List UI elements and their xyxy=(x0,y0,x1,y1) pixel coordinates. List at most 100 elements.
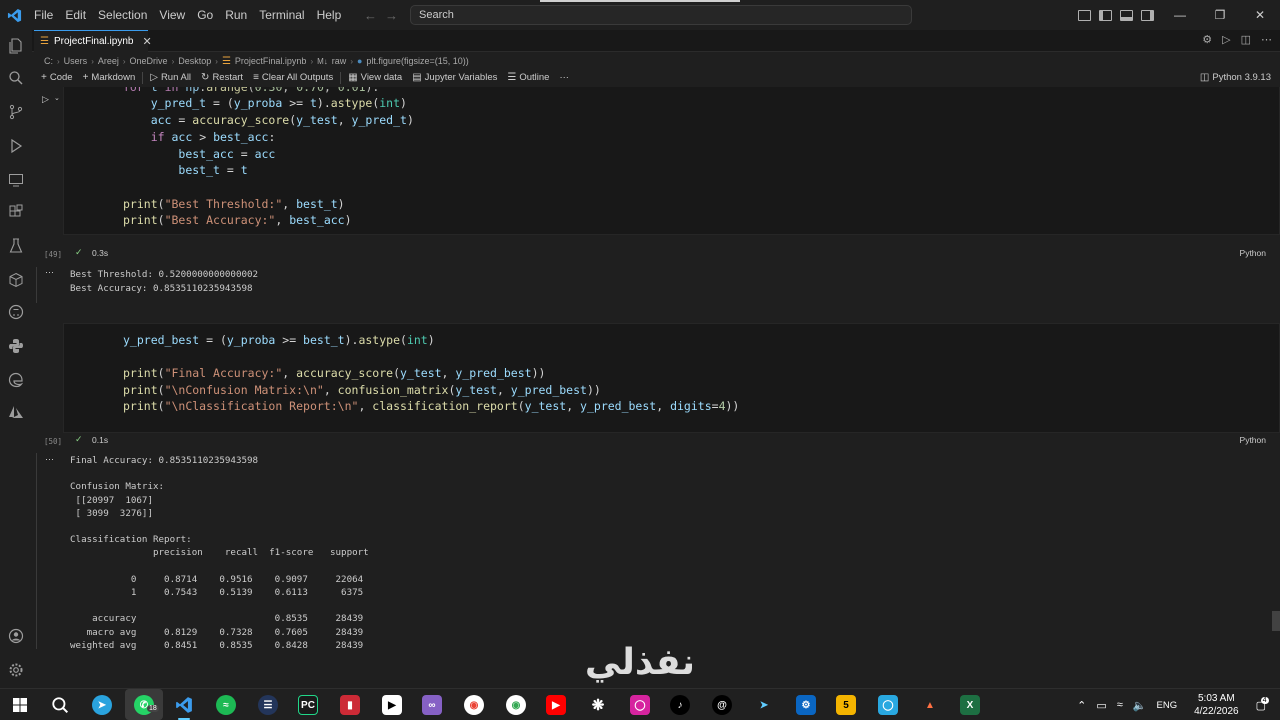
breadcrumb-file[interactable]: ProjectFinal.ipynb xyxy=(235,56,307,66)
menu-edit[interactable]: Edit xyxy=(59,0,92,30)
customize-layout-icon[interactable] xyxy=(1078,9,1091,21)
breadcrumb-user[interactable]: Areej xyxy=(98,56,119,66)
spotify-icon[interactable]: ≈ xyxy=(216,695,236,715)
forward-arrow-icon[interactable]: → xyxy=(385,8,398,23)
telegram-icon[interactable]: ➤ xyxy=(92,695,112,715)
breadcrumb-drive[interactable]: C: xyxy=(44,56,53,66)
settings-gear-icon[interactable] xyxy=(6,660,26,680)
threads-icon[interactable]: @ xyxy=(712,695,732,715)
menu-help[interactable]: Help xyxy=(311,0,348,30)
menu-run[interactable]: Run xyxy=(219,0,253,30)
volume-icon[interactable]: 🔈 xyxy=(1128,699,1152,712)
toggle-secondary-sidebar-icon[interactable] xyxy=(1141,9,1154,21)
edge-browser-icon[interactable] xyxy=(6,370,26,390)
tiktok-icon[interactable]: ♪ xyxy=(670,695,690,715)
language-indicator[interactable]: ENG xyxy=(1152,700,1183,711)
chevron-right-icon: › xyxy=(215,56,218,66)
github-icon[interactable] xyxy=(6,302,26,322)
clear-all-outputs-button[interactable]: ≡ Clear All Outputs xyxy=(248,72,338,83)
restore-icon[interactable]: ❐ xyxy=(1200,0,1240,30)
app-icon[interactable]: ▮ xyxy=(340,695,360,715)
close-icon[interactable]: ✕ xyxy=(142,35,151,48)
add-markdown-label: Markdown xyxy=(91,72,136,83)
python-icon[interactable] xyxy=(6,336,26,356)
code-cell-49[interactable]: for t in np.arange(0.30, 0.70, 0.01): y_… xyxy=(63,87,1280,235)
app-shape-icon[interactable]: ▲ xyxy=(920,695,940,715)
jupyter-variables-button[interactable]: ▤ Jupyter Variables xyxy=(407,72,502,83)
excel-icon[interactable]: X xyxy=(960,695,980,715)
visual-studio-icon[interactable]: ∞ xyxy=(422,695,442,715)
app-circle-icon[interactable]: ◯ xyxy=(878,695,898,715)
source-control-icon[interactable] xyxy=(6,102,26,122)
run-cell-icon[interactable]: ▷ xyxy=(42,94,49,105)
run-icon[interactable]: ▷ xyxy=(1222,33,1230,46)
app-tool-icon[interactable]: ⚙ xyxy=(796,695,816,715)
back-arrow-icon[interactable]: ← xyxy=(364,8,377,23)
search-icon[interactable] xyxy=(6,68,26,88)
notification-icon[interactable]: ▢ 4 xyxy=(1251,696,1280,712)
menu-go[interactable]: Go xyxy=(191,0,219,30)
menu-view[interactable]: View xyxy=(153,0,191,30)
outline-button[interactable]: ☰ Outline xyxy=(502,72,554,83)
toggle-panel-icon[interactable] xyxy=(1120,9,1133,21)
pycharm-icon[interactable]: PC xyxy=(298,695,318,715)
cell-language[interactable]: Python xyxy=(1240,248,1266,258)
chrome-icon[interactable]: ◉ xyxy=(464,695,484,715)
add-markdown-cell-button[interactable]: + Markdown xyxy=(78,72,141,83)
breadcrumb-desktop[interactable]: Desktop xyxy=(178,56,211,66)
battery-icon[interactable]: ▭ xyxy=(1091,699,1111,712)
command-center-search[interactable]: Search xyxy=(410,5,912,25)
run-and-debug-icon[interactable] xyxy=(6,136,26,156)
menu-terminal[interactable]: Terminal xyxy=(253,0,310,30)
output-actions-icon[interactable]: ⋯ xyxy=(45,454,54,465)
output-line: Best Threshold: 0.5200000000000002 xyxy=(70,269,259,280)
instagram-icon[interactable]: ◯ xyxy=(630,695,650,715)
chrome-profile-icon[interactable]: ◉ xyxy=(506,695,526,715)
minimize-icon[interactable]: — xyxy=(1160,0,1200,30)
windows-start-icon[interactable] xyxy=(10,695,30,715)
more-actions-icon[interactable]: ⋯ xyxy=(1261,33,1272,46)
capcut-icon[interactable]: ▶ xyxy=(382,695,402,715)
vertical-scrollbar[interactable] xyxy=(1272,611,1280,631)
cell-language[interactable]: Python xyxy=(1240,435,1266,445)
menu-file[interactable]: File xyxy=(28,0,59,30)
breadcrumb-onedrive[interactable]: OneDrive xyxy=(130,56,168,66)
close-window-icon[interactable]: ✕ xyxy=(1240,0,1280,30)
vscode-taskbar-icon[interactable] xyxy=(174,695,194,715)
wifi-icon[interactable]: ≈ xyxy=(1112,699,1128,711)
split-editor-icon[interactable]: ◫ xyxy=(1241,33,1251,46)
chevron-up-icon[interactable]: ⌃ xyxy=(1072,699,1091,712)
code-cell-50[interactable]: y_pred_best = (y_proba >= best_t).astype… xyxy=(63,323,1280,433)
breadcrumb-users[interactable]: Users xyxy=(64,56,88,66)
azure-icon[interactable] xyxy=(6,402,26,422)
chevron-down-icon[interactable]: ⌄ xyxy=(54,94,60,102)
restart-button[interactable]: ↻ Restart xyxy=(196,72,248,83)
gear-icon[interactable]: ⚙ xyxy=(1202,33,1212,46)
tab-projectfinal[interactable]: ☰ ProjectFinal.ipynb ✕ xyxy=(34,30,152,52)
app-arrow-icon[interactable]: ➤ xyxy=(754,695,774,715)
accounts-icon[interactable] xyxy=(6,626,26,646)
browser-icon[interactable]: ☰ xyxy=(258,695,278,715)
toggle-primary-sidebar-icon[interactable] xyxy=(1099,9,1112,21)
testing-flask-icon[interactable] xyxy=(6,236,26,256)
explorer-icon[interactable] xyxy=(6,36,26,56)
view-data-button[interactable]: ▦ View data xyxy=(343,72,407,83)
clock[interactable]: 5:03 AM 4/22/2026 xyxy=(1182,692,1251,718)
kernel-picker[interactable]: ◫ Python 3.9.13 xyxy=(1200,69,1271,86)
more-toolbar-button[interactable]: ··· xyxy=(554,72,574,83)
menu-selection[interactable]: Selection xyxy=(92,0,153,30)
remote-explorer-icon[interactable] xyxy=(6,170,26,190)
breadcrumb-symbol[interactable]: plt.figure(figsize=(15, 10)) xyxy=(366,56,468,66)
run-all-button[interactable]: ▷ Run All xyxy=(145,72,196,83)
layout-controls xyxy=(1078,0,1154,30)
python-symbol-icon: ● xyxy=(356,56,363,66)
taskbar-search-icon[interactable] xyxy=(50,695,70,715)
containers-icon[interactable] xyxy=(6,270,26,290)
output-actions-icon[interactable]: ⋯ xyxy=(45,267,54,278)
add-code-cell-button[interactable]: + Code xyxy=(32,72,78,83)
chatgpt-icon[interactable]: ❋ xyxy=(588,695,608,715)
youtube-icon[interactable]: ▶ xyxy=(546,695,566,715)
extensions-icon[interactable] xyxy=(6,202,26,222)
app-five-icon[interactable]: 5 xyxy=(836,695,856,715)
breadcrumb-raw[interactable]: raw xyxy=(332,56,347,66)
